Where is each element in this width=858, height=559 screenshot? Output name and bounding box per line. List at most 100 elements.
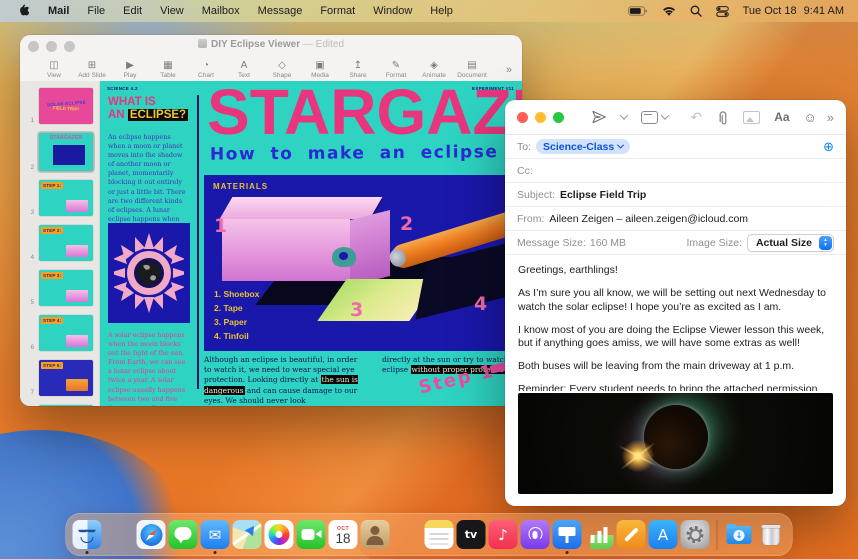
slide-title[interactable]: STARGAZER [207,81,522,149]
menu-item[interactable]: Format [311,0,364,22]
slide-thumbnail[interactable]: 4 STEP 2: [20,223,95,263]
document-proxy-icon[interactable] [197,39,207,48]
slide-canvas[interactable]: SCIENCE 4.2 EXPERIMENT #11 WHAT IS AN EC… [100,81,522,406]
menu-bar-clock[interactable]: Tue Oct 18 9:41 AM [743,5,844,17]
toolbar-button[interactable]: ◇ Shape [264,60,300,79]
wifi-icon[interactable] [662,6,676,17]
minimize-button[interactable] [535,111,546,123]
slide-number: 1 [30,118,34,124]
dock-maps[interactable] [232,520,262,549]
toolbar-button[interactable]: ◔ Chart [188,60,224,79]
dock-messages[interactable] [168,520,198,549]
recipient-token[interactable]: Science-Class [536,139,631,154]
dock-trash[interactable] [757,520,786,549]
dock-mail[interactable]: ✉ [200,520,230,554]
menu-item[interactable]: File [78,0,114,22]
slide-caution-text-left[interactable]: Although an eclipse is beautiful, in ord… [204,355,362,406]
eclipse-photo-attachment[interactable] [518,393,833,494]
apple-menu-icon[interactable] [16,3,29,19]
slide-thumbnail[interactable]: 2 STARGAZER [20,131,95,173]
cc-field[interactable]: Cc: [505,159,846,183]
menu-item[interactable]: Edit [114,0,151,22]
toolbar-button[interactable]: ▤ Document [454,60,490,79]
send-options-chevron[interactable] [614,106,634,128]
add-recipient-button[interactable]: ⊕ [823,140,834,153]
dock-divider[interactable] [716,519,718,550]
undo-button[interactable]: ↶ [683,106,709,128]
toolbar-button-label: Play [123,72,137,79]
search-icon[interactable] [690,5,702,17]
zoom-button[interactable] [553,111,564,123]
dock-numbers[interactable] [584,520,614,549]
dock-tv[interactable]: tv [456,520,486,549]
sun-illustration[interactable] [108,223,190,323]
dock-photos[interactable] [264,520,294,549]
dock-system-settings[interactable] [680,520,710,549]
send-button[interactable] [584,106,614,128]
slide-paragraph-2[interactable]: A solar eclipse happens when the moon bl… [108,331,188,406]
toolbar-button[interactable]: ▣ Media [302,60,338,79]
dock-calendar[interactable]: OCT 18 [328,520,358,549]
thumbnail-title: STEP 5: [41,362,64,369]
dock-keynote[interactable] [552,520,582,554]
toolbar-button[interactable]: ◈ Animate [416,60,452,79]
to-field[interactable]: To: Science-Class ⊕ [505,135,846,159]
menu-item[interactable]: Help [421,0,462,22]
toolbar-overflow-chevron[interactable]: » [506,64,512,76]
slide-thumbnail[interactable]: 1 SOLAR ECLIPSE FIELD TRIP! [20,86,95,126]
toolbar-button-icon: ▣ [315,60,325,71]
dock-app-store[interactable]: A [648,520,678,549]
image-size-select[interactable]: Actual Size ▲ ▼ [746,233,834,252]
slide-thumbnail[interactable]: 3 STEP 1: [20,178,95,218]
to-label: To: [517,140,532,153]
mail-toolbar[interactable]: ↶ Aa ☺ » [505,100,846,135]
slide-thumbnail[interactable]: 7 STEP 5: [20,358,95,398]
control-center-icon[interactable] [715,5,729,17]
message-size-value: 160 MB [589,236,627,249]
dock-safari[interactable] [136,520,166,549]
battery-icon[interactable] [627,6,648,16]
dock-finder[interactable] [72,520,102,554]
toolbar-button[interactable]: A Text [226,60,262,79]
slide-course-label[interactable]: SCIENCE 4.2 [107,86,138,91]
subject-field[interactable]: Subject: Eclipse Field Trip [505,183,846,207]
close-button[interactable] [517,111,528,123]
toolbar-button[interactable]: ✎ Format [378,60,414,79]
toolbar-button[interactable]: ⊞ Add Slide [74,60,110,79]
keynote-title-bar[interactable]: DIY Eclipse Viewer — Edited [20,35,522,55]
toolbar-button[interactable]: ↥ Share [340,60,376,79]
dock-pages[interactable] [616,520,646,549]
slide-subtitle[interactable]: How to make an eclipse viewer! [210,141,522,164]
body-paragraph: I know most of you are doing the Eclipse… [518,323,825,350]
insert-photo-button[interactable] [736,106,767,128]
format-button[interactable]: Aa [767,106,796,128]
slide-thumbnail[interactable]: 5 STEP 3: [20,268,95,308]
dock-launchpad[interactable] [105,520,134,549]
dock-music[interactable]: ♪ [488,520,518,549]
menu-app-name[interactable]: Mail [39,0,78,22]
mail-header-fields: To: Science-Class ⊕ Cc: Subject: Eclipse… [505,135,846,255]
dock-contacts[interactable] [360,520,390,549]
dock-podcasts[interactable] [520,520,550,549]
from-field[interactable]: From: Aileen Zeigen – aileen.zeigen@iclo… [505,207,846,231]
toolbar-button[interactable]: ▦ Table [150,60,186,79]
dock-notes[interactable] [424,520,454,549]
toolbar-overflow-chevron[interactable]: » [827,110,834,125]
message-body-editor[interactable]: Greetings, earthlings! As I’m sure you al… [505,255,846,391]
slide-heading[interactable]: WHAT IS AN ECLIPSE? [108,96,218,122]
menu-item[interactable]: Window [364,0,421,22]
materials-panel[interactable]: MATERIALS 1 2 3 4 1. Shoebox 2. Tape 3. Pa… [204,175,522,351]
slide-thumbnail[interactable]: 8 DID YOU KNOW [20,403,95,406]
menu-item[interactable]: View [151,0,193,22]
attach-button[interactable] [709,106,736,128]
slide-thumbnail[interactable]: 6 STEP 4: [20,313,95,353]
emoji-button[interactable]: ☺ [797,106,824,128]
dock-downloads[interactable]: ↓ [725,520,754,549]
dock-reminders[interactable] [393,520,422,549]
header-fields-button[interactable] [634,106,675,128]
menu-item[interactable]: Message [249,0,312,22]
dock-facetime[interactable] [296,520,326,549]
toolbar-button[interactable]: ▶ Play [112,60,148,79]
toolbar-button[interactable]: ◫ View [36,60,72,79]
menu-item[interactable]: Mailbox [193,0,249,22]
